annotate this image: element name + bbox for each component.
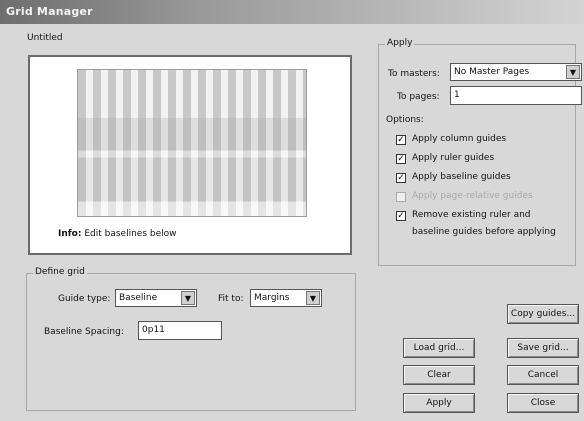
option-label: Apply baseline guides (412, 172, 511, 182)
option-label: Apply ruler guides (412, 153, 495, 163)
chevron-down-icon[interactable]: ▼ (306, 291, 320, 305)
option-apply-column-guides[interactable]: ✓ Apply column guides (396, 134, 506, 145)
guide-type-value: Baseline (119, 293, 158, 303)
to-masters-value: No Master Pages (454, 67, 530, 77)
option-apply-baseline-guides[interactable]: ✓ Apply baseline guides (396, 172, 511, 183)
baseline-spacing-input[interactable]: 0p11 (138, 321, 222, 340)
close-button[interactable]: Close (507, 393, 579, 413)
title-bar: Grid Manager (0, 0, 584, 24)
checkbox (396, 192, 406, 202)
to-pages-label: To pages: (397, 92, 440, 102)
baseline-spacing-label: Baseline Spacing: (44, 327, 124, 337)
checkbox[interactable]: ✓ (396, 135, 406, 145)
option-remove-existing-guides[interactable]: ✓ Remove existing ruler and baseline gui… (396, 210, 564, 241)
checkbox[interactable]: ✓ (396, 173, 406, 183)
clear-button[interactable]: Clear (403, 365, 475, 385)
define-grid-title: Define grid (33, 267, 87, 277)
option-apply-page-relative-guides: Apply page-relative guides (396, 191, 533, 202)
apply-group-title: Apply (385, 38, 415, 48)
checkbox[interactable]: ✓ (396, 154, 406, 164)
apply-button[interactable]: Apply (403, 393, 475, 413)
info-text: Edit baselines below (81, 229, 177, 239)
option-label: Remove existing ruler and baseline guide… (412, 210, 556, 237)
baseline-guides-preview (78, 70, 306, 216)
fit-to-value: Margins (254, 293, 290, 303)
option-label: Apply column guides (412, 134, 507, 144)
window-title: Grid Manager (6, 5, 93, 18)
to-pages-input[interactable]: 1 (450, 86, 582, 105)
fit-to-select[interactable]: Margins ▼ (250, 289, 322, 307)
chevron-down-icon[interactable]: ▼ (566, 65, 580, 79)
info-bold-label: Info: (58, 229, 82, 239)
grid-preview: Info: Edit baselines below (28, 55, 352, 255)
to-masters-label: To masters: (388, 69, 440, 79)
preview-panel: Untitled Info: Edit baselines below (24, 33, 360, 261)
checkbox[interactable]: ✓ (396, 211, 406, 221)
chevron-down-icon[interactable]: ▼ (181, 291, 195, 305)
option-apply-ruler-guides[interactable]: ✓ Apply ruler guides (396, 153, 494, 164)
save-grid-button[interactable]: Save grid... (507, 338, 579, 358)
cancel-button[interactable]: Cancel (507, 365, 579, 385)
guide-type-label: Guide type: (58, 294, 111, 304)
copy-guides-button[interactable]: Copy guides... (507, 304, 579, 324)
option-label: Apply page-relative guides (412, 191, 533, 201)
load-grid-button[interactable]: Load grid... (403, 338, 475, 358)
fit-to-label: Fit to: (218, 294, 244, 304)
document-label: Untitled (27, 33, 63, 43)
info-line: Info: Edit baselines below (58, 229, 176, 239)
page-grid-preview (77, 69, 307, 217)
to-masters-select[interactable]: No Master Pages ▼ (450, 63, 582, 81)
options-label: Options: (386, 115, 424, 125)
guide-type-select[interactable]: Baseline ▼ (115, 289, 197, 307)
